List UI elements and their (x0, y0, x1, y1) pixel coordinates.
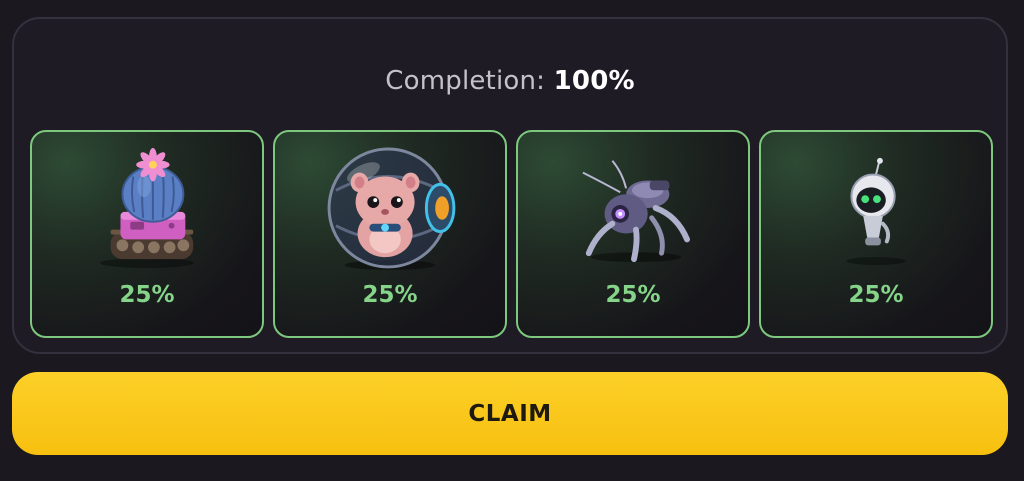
spider-bot-icon (582, 160, 691, 263)
completion-value: 100% (553, 66, 635, 96)
completion-label: Completion: (385, 66, 546, 96)
rewards-panel: Completion: 100% 25% 25% 25% 25% (12, 17, 1008, 354)
reward-card-hamster-ball[interactable]: 25% (273, 130, 507, 338)
hamster-ball-icon (327, 147, 456, 270)
completion-status: Completion: 100% (14, 66, 1006, 96)
robot-drone-icon (846, 157, 906, 265)
reward-percent: 25% (605, 282, 661, 308)
reward-percent: 25% (119, 282, 175, 308)
reward-card-cactus-tank[interactable]: 25% (30, 130, 264, 338)
reward-card-robot-drone[interactable]: 25% (759, 130, 993, 338)
reward-card-spider-bot[interactable]: 25% (516, 130, 750, 338)
claim-button[interactable]: CLAIM (12, 372, 1008, 455)
cactus-tank-icon (99, 148, 195, 268)
reward-cards: 25% 25% 25% 25% (30, 130, 994, 340)
reward-percent: 25% (848, 282, 904, 308)
reward-percent: 25% (362, 282, 418, 308)
